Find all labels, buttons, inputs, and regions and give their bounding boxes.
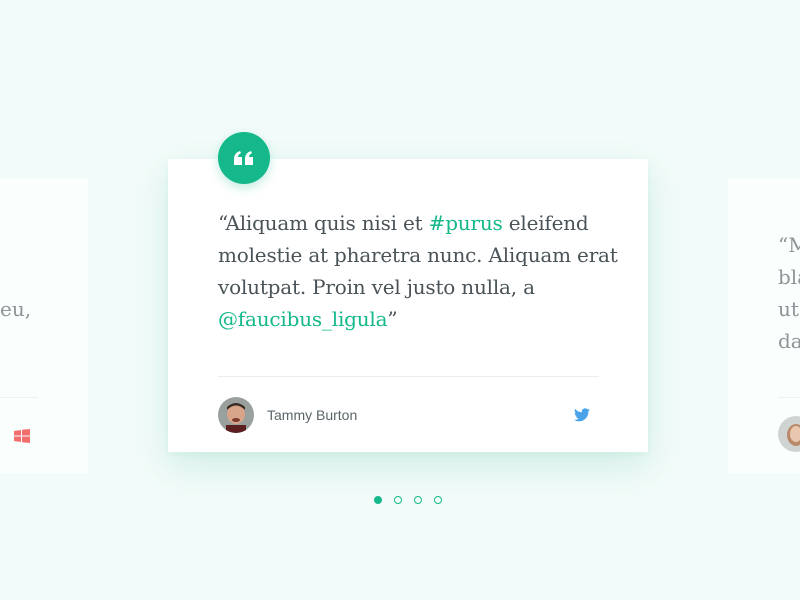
author-info: Tammy Burton (218, 397, 357, 433)
testimonial-quote: “Aliquam quis nisi et #purus eleifend mo… (218, 211, 618, 331)
avatar (778, 416, 800, 452)
hashtag-link[interactable]: #purus (429, 211, 503, 235)
pagination-dot-3[interactable] (414, 496, 422, 504)
card-divider (218, 376, 599, 377)
previous-card-divider (0, 397, 38, 398)
author-name[interactable]: Tammy Burton (267, 407, 357, 423)
previous-quote-text: eu, (0, 297, 32, 321)
pagination-dots (374, 496, 442, 504)
mention-link[interactable]: @faucibus_ligula (218, 307, 388, 331)
windows-icon (14, 428, 30, 443)
quote-icon (218, 132, 270, 184)
pagination-dot-4[interactable] (434, 496, 442, 504)
testimonial-card: “Aliquam quis nisi et #purus eleifend mo… (168, 159, 648, 452)
testimonial-card-next[interactable]: “M bla ut da (728, 179, 800, 473)
pagination-dot-2[interactable] (394, 496, 402, 504)
twitter-icon[interactable] (574, 407, 590, 422)
next-quote-text: “M bla ut da (778, 233, 800, 353)
pagination-dot-1[interactable] (374, 496, 382, 504)
avatar (218, 397, 254, 433)
next-card-divider (778, 397, 800, 398)
testimonial-card-previous[interactable]: eu, (0, 179, 88, 473)
